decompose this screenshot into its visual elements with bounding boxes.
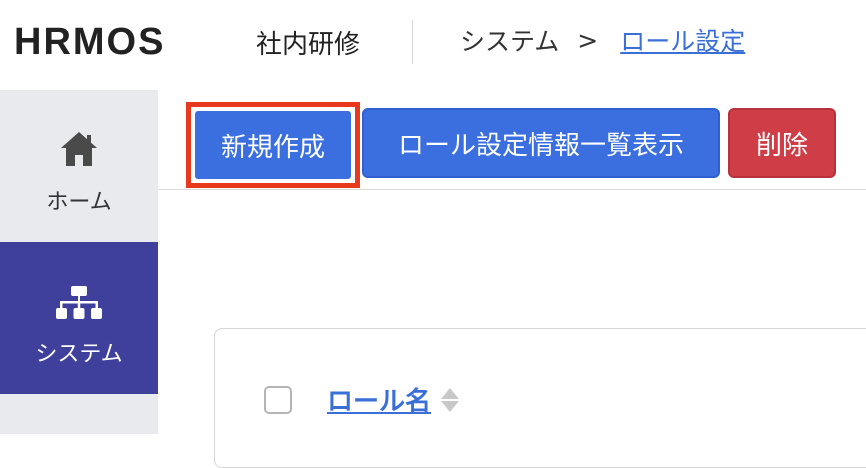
- logo-wordmark: HRMOS: [14, 20, 166, 63]
- hrmos-logo[interactable]: HRMOS: [14, 20, 166, 63]
- delete-button[interactable]: 削除: [728, 108, 836, 178]
- app-header: HRMOS 社内研修 システム > ロール設定: [0, 0, 866, 90]
- toolbar: 新規作成 ロール設定情報一覧表示 削除: [158, 90, 866, 190]
- breadcrumb-section: システム: [460, 27, 560, 56]
- home-icon: [59, 130, 99, 172]
- header-divider: [412, 20, 413, 64]
- column-header-role-name[interactable]: ロール名: [327, 381, 460, 418]
- sidebar-item-label: システム: [35, 342, 123, 367]
- breadcrumb: システム > ロール設定: [460, 22, 745, 58]
- select-all-checkbox[interactable]: [264, 386, 292, 414]
- breadcrumb-separator: >: [577, 25, 599, 55]
- sidebar: ホーム システム: [0, 90, 158, 434]
- new-button[interactable]: 新規作成: [195, 111, 351, 179]
- sort-asc-icon: [441, 387, 460, 399]
- role-list-button[interactable]: ロール設定情報一覧表示: [362, 108, 720, 178]
- sort-desc-icon: [441, 400, 460, 412]
- sidebar-item-home[interactable]: ホーム: [0, 90, 158, 242]
- breadcrumb-current-link[interactable]: ロール設定: [620, 22, 745, 58]
- sitemap-icon: [56, 286, 102, 324]
- sort-icon[interactable]: [441, 387, 460, 412]
- new-button-highlight: 新規作成: [186, 102, 360, 188]
- sidebar-item-system[interactable]: システム: [0, 242, 158, 394]
- column-header-label[interactable]: ロール名: [327, 381, 431, 418]
- role-table-card: ロール名: [214, 328, 866, 468]
- product-name: 社内研修: [256, 30, 361, 60]
- sidebar-item-label: ホーム: [46, 190, 112, 215]
